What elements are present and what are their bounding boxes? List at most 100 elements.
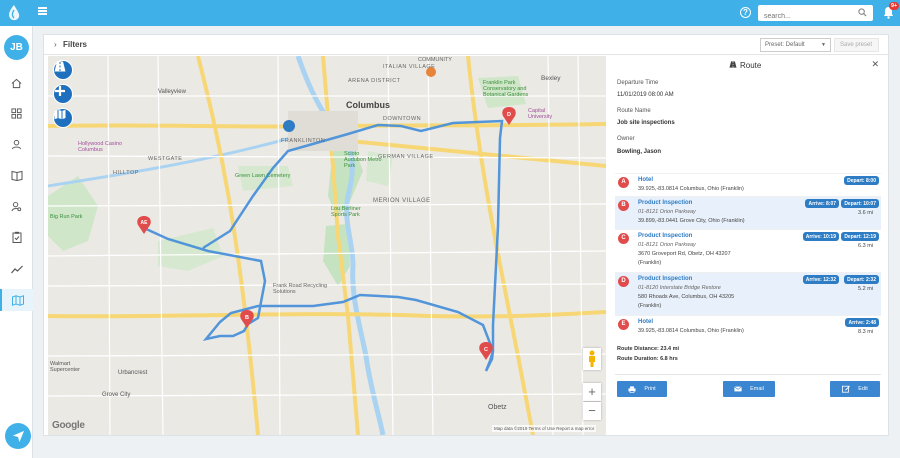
road-icon (729, 61, 737, 70)
save-preset-button[interactable]: Save preset (834, 38, 879, 52)
search-input[interactable] (758, 8, 853, 25)
stop-name[interactable]: Hotel (638, 319, 653, 325)
edit-label: Edit (858, 386, 868, 392)
owner-value: Bowling, Jason (617, 149, 662, 155)
plus-icon (55, 86, 65, 96)
print-button[interactable]: Print (617, 381, 667, 397)
hamburger-menu-icon[interactable] (38, 7, 47, 15)
navigation-arrow-icon (12, 430, 24, 442)
stop-address: 39.899,-83.0441 Grove City, Ohio (Frankl… (638, 218, 745, 224)
stop-job: 01-8121 Orion Parkway (638, 242, 696, 248)
depart-badge: Depart: 2:32 (844, 275, 879, 284)
route-duration: Route Duration: 6.8 hrs (617, 356, 678, 362)
zoom-out-button[interactable]: − (583, 402, 601, 420)
stop-item[interactable]: B Product Inspection 01-8121 Orion Parkw… (615, 196, 881, 229)
stop-distance: 8.3 mi (858, 329, 873, 335)
svg-text:B: B (245, 315, 249, 321)
stops-list: A Hotel 39.925,-83.0814 Columbus, Ohio (… (615, 173, 881, 338)
stop-pin-icon: C (618, 233, 629, 244)
email-button[interactable]: Email (723, 381, 775, 397)
stop-name[interactable]: Product Inspection (638, 200, 692, 206)
google-logo: Google (52, 420, 85, 431)
svg-text:AE: AE (141, 220, 149, 226)
route-name-label: Route Name (617, 108, 651, 114)
arrive-badge: Arrive: 10:19 (802, 232, 839, 241)
divider (615, 374, 881, 375)
caret-down-icon: ▼ (821, 42, 826, 48)
filters-title[interactable]: Filters (63, 40, 87, 49)
close-icon[interactable]: ✕ (871, 59, 879, 70)
depart-badge: Depart: 8:00 (844, 176, 879, 185)
depart-badge: Depart: 12:19 (841, 232, 879, 241)
stop-address: 3670 Groveport Rd, Obetz, OH 43207 (638, 251, 731, 257)
user-search-icon (11, 201, 22, 211)
search-box (758, 5, 873, 25)
departure-time-label: Departure Time (617, 80, 659, 86)
preset-selected-value: Preset: Default (765, 42, 805, 48)
avatar[interactable]: JB (4, 35, 29, 60)
arrive-badge: Arrive: 8:07 (805, 199, 839, 208)
sidebar-item-reports[interactable] (0, 258, 33, 280)
sidebar-item-contacts[interactable] (0, 195, 33, 217)
road-view-button[interactable] (53, 60, 73, 80)
stop-item[interactable]: D Product Inspection 01-8120 Interstate … (615, 272, 881, 315)
trend-line-icon (10, 265, 23, 273)
stop-name[interactable]: Product Inspection (638, 233, 692, 239)
app-logo-icon[interactable] (6, 4, 22, 22)
top-bar: ? 9+ (0, 0, 900, 26)
stop-pin-icon: A (618, 177, 629, 188)
route-title: Route (740, 61, 762, 70)
add-stop-button[interactable] (53, 84, 73, 104)
help-icon[interactable]: ? (740, 7, 751, 18)
airport-poi-icon[interactable] (283, 120, 295, 132)
stop-pin-icon: D (618, 276, 629, 287)
sidebar-item-map[interactable] (0, 289, 33, 311)
stop-job: 01-8120 Interstate Bridge Restore (638, 285, 721, 291)
stop-item[interactable]: A Hotel 39.925,-83.0814 Columbus, Ohio (… (615, 173, 881, 196)
chevron-right-icon[interactable]: › (54, 40, 57, 49)
dashboard-grid-icon (11, 107, 22, 119)
zoom-in-button[interactable]: + (583, 383, 601, 401)
arrive-badge: Arrive: 12:32 (802, 275, 839, 284)
map-layers-button[interactable] (53, 108, 73, 128)
stop-address: 39.925,-83.0814 Columbus, Ohio (Franklin… (638, 186, 744, 192)
filters-bar[interactable]: › Filters Preset: Default ▼ Save preset (44, 35, 890, 55)
user-icon (11, 139, 22, 149)
svg-text:D: D (507, 112, 511, 118)
sidebar-item-library[interactable] (0, 164, 33, 186)
sidebar-item-users[interactable] (0, 133, 33, 155)
stop-distance: 3.6 mi (858, 210, 873, 216)
departure-time-value: 11/01/2019 08:00 AM (617, 92, 674, 98)
stop-name[interactable]: Product Inspection (638, 276, 692, 282)
shopping-poi-icon[interactable] (426, 67, 436, 77)
preset-select[interactable]: Preset: Default ▼ (760, 38, 831, 52)
stop-item[interactable]: E Hotel 39.925,-83.0814 Columbus, Ohio (… (615, 315, 881, 338)
home-icon (11, 78, 22, 88)
stop-name[interactable]: Hotel (638, 177, 653, 183)
route-header: Route ✕ (609, 56, 887, 74)
stop-address: 39.925,-83.0814 Columbus, Ohio (Franklin… (638, 328, 744, 334)
sidebar-item-home[interactable] (0, 72, 33, 94)
stop-item[interactable]: C Product Inspection 01-8121 Orion Parkw… (615, 229, 881, 272)
navigation-fab-button[interactable] (5, 423, 31, 449)
edit-button[interactable]: Edit (830, 381, 880, 397)
stop-county: (Franklin) (638, 260, 662, 266)
stop-address: 580 Rhoads Ave, Columbus, OH 43205 (638, 294, 735, 300)
stop-county: (Franklin) (638, 303, 662, 309)
street-view-pegman-icon[interactable] (583, 348, 601, 370)
stop-distance: 5.2 mi (858, 286, 873, 292)
search-icon[interactable] (858, 8, 867, 17)
road-icon (54, 61, 66, 72)
route-panel: Route ✕ Departure Time 11/01/2019 08:00 … (609, 56, 887, 435)
owner-label: Owner (617, 136, 635, 142)
main-panel: › Filters Preset: Default ▼ Save preset (43, 34, 890, 436)
sidebar-item-tasks[interactable] (0, 226, 33, 248)
printer-icon (628, 385, 636, 393)
email-label: Email (750, 386, 764, 392)
sidebar-item-dashboard[interactable] (0, 102, 33, 124)
map-attribution[interactable]: Map data ©2019 Terms of Use Report a map… (492, 425, 597, 432)
arrive-badge: Arrive: 2:48 (845, 318, 879, 327)
print-label: Print (644, 386, 656, 392)
map-view[interactable]: AE B C D Columbus Valleyview Hollywood C… (48, 56, 606, 435)
map-canvas[interactable]: AE B C D (48, 56, 606, 435)
